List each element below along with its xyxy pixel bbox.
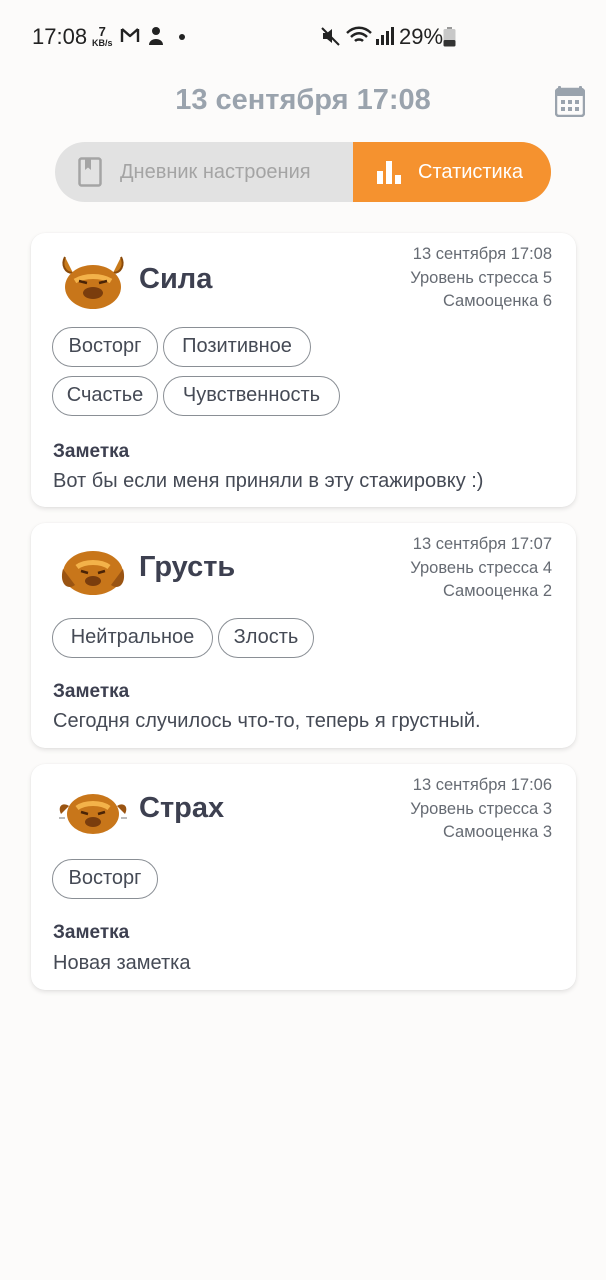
note-title: Заметка [53, 681, 130, 702]
entry-self-esteem: Самооценка 2 [442, 582, 552, 600]
note-title: Заметка [53, 922, 130, 943]
calendar-icon[interactable] [555, 85, 585, 117]
battery-percent: 29% [399, 24, 444, 49]
tab-mood-diary-label: Дневник настроения [120, 160, 311, 183]
sadness-mood-icon [61, 551, 125, 595]
mood-entry-card[interactable]: Страх 13 сентября 17:06 Уровень стресса … [31, 764, 576, 990]
mood-name: Грусть [139, 551, 236, 583]
entry-date: 13 сентября 17:07 [412, 535, 552, 553]
wifi-icon [346, 26, 372, 42]
emotion-tag[interactable]: Нейтральное [52, 618, 213, 658]
dot-icon [179, 34, 185, 40]
note-text: Вот бы если меня приняли в эту стажировк… [53, 470, 484, 492]
mood-entry-card[interactable]: Грусть 13 сентября 17:07 Уровень стресса… [31, 523, 576, 748]
tab-statistics-label: Статистика [418, 160, 524, 183]
entry-date: 13 сентября 17:06 [412, 776, 552, 794]
gmail-icon [120, 28, 140, 42]
note-text: Сегодня случилось что-то, теперь я груст… [53, 710, 481, 732]
entry-self-esteem: Самооценка 6 [442, 292, 552, 310]
battery-icon [443, 27, 456, 47]
entry-date: 13 сентября 17:08 [412, 245, 552, 263]
note-title: Заметка [53, 441, 130, 462]
note-text: Новая заметка [53, 952, 191, 974]
tab-mood-diary[interactable]: Дневник настроения [55, 142, 353, 202]
mood-name: Страх [139, 792, 225, 824]
entry-stress: Уровень стресса 4 [410, 558, 552, 577]
signal-icon [376, 27, 394, 45]
strength-mood-icon [62, 256, 124, 309]
tab-statistics[interactable]: Статистика [353, 142, 551, 202]
book-icon [78, 157, 102, 187]
network-speed-unit: KB/s [92, 38, 113, 48]
emotion-tag[interactable]: Чувственность [163, 376, 340, 416]
entry-stress: Уровень стресса 5 [410, 268, 552, 287]
network-speed: 7 KB/s [92, 25, 113, 48]
entry-meta: 13 сентября 17:07 Уровень стресса 4 Само… [410, 533, 552, 604]
fear-mood-icon [59, 794, 127, 834]
emotion-tag[interactable]: Восторг [52, 327, 158, 367]
mood-name: Сила [139, 263, 213, 295]
app-notification-icon [149, 27, 163, 45]
mood-entry-card[interactable]: Сила 13 сентября 17:08 Уровень стресса 5… [31, 233, 576, 507]
emotion-tag[interactable]: Злость [218, 618, 314, 658]
emotion-tag[interactable]: Восторг [52, 859, 158, 899]
view-switcher: Дневник настроения Статистика [55, 142, 551, 202]
mute-icon [321, 27, 340, 46]
emotion-tag[interactable]: Счастье [52, 376, 158, 416]
emotion-tag[interactable]: Позитивное [163, 327, 311, 367]
entry-stress: Уровень стресса 3 [410, 799, 552, 818]
network-speed-value: 7 [98, 24, 106, 39]
entry-self-esteem: Самооценка 3 [442, 823, 552, 841]
status-bar: 17:08 7 KB/s 29% [0, 0, 606, 72]
entry-meta: 13 сентября 17:06 Уровень стресса 3 Само… [410, 774, 552, 845]
status-time: 17:08 [32, 24, 88, 49]
entry-meta: 13 сентября 17:08 Уровень стресса 5 Само… [410, 243, 552, 314]
bar-chart-icon [377, 161, 401, 184]
page-title-date: 13 сентября 17:08 [175, 84, 431, 116]
